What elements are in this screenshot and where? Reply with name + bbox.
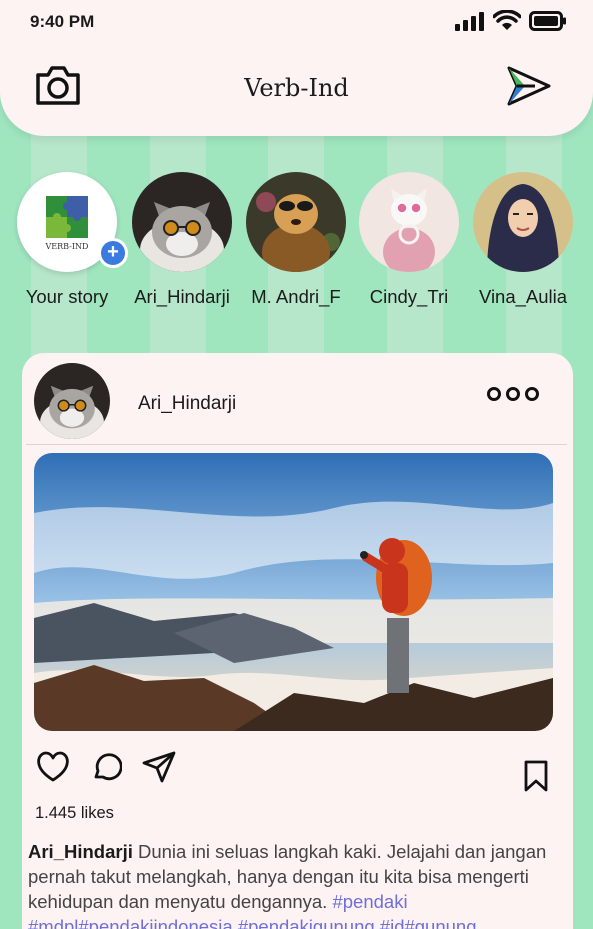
top-bar: 9:40 PM Verb-Ind bbox=[0, 0, 593, 136]
story-label: Vina_Aulia bbox=[478, 286, 568, 307]
direct-message-button[interactable] bbox=[505, 62, 553, 110]
cat-avatar bbox=[34, 363, 110, 439]
divider bbox=[26, 444, 567, 445]
likes-count[interactable]: 1.445 likes bbox=[35, 804, 114, 823]
story-cindy-tri[interactable]: Cindy_Tri bbox=[354, 172, 464, 308]
heart-icon[interactable] bbox=[36, 751, 70, 783]
share-icon[interactable] bbox=[142, 751, 176, 783]
story-your-story[interactable]: VERB-IND + Your story bbox=[12, 172, 128, 308]
cat-pink-avatar bbox=[359, 172, 459, 272]
battery-icon bbox=[529, 11, 566, 31]
story-avatar bbox=[473, 172, 573, 272]
story-ari-hindarji[interactable]: Ari_Hindarji bbox=[127, 172, 237, 308]
story-avatar bbox=[246, 172, 346, 272]
status-icons bbox=[455, 10, 567, 32]
signal-icon bbox=[455, 12, 484, 31]
send-icon bbox=[507, 66, 551, 106]
post-actions bbox=[36, 751, 176, 783]
person-avatar bbox=[473, 172, 573, 272]
post-caption: Ari_Hindarji Dunia ini seluas langkah ka… bbox=[28, 839, 568, 929]
post-avatar[interactable] bbox=[34, 363, 110, 439]
plus-icon: + bbox=[107, 241, 119, 263]
caption-username[interactable]: Ari_Hindarji bbox=[28, 841, 133, 862]
story-vina-aulia[interactable]: Vina_Aulia bbox=[468, 172, 578, 308]
wifi-icon bbox=[493, 10, 521, 30]
story-label: Ari_Hindarji bbox=[134, 286, 230, 307]
svg-text:VERB-IND: VERB-IND bbox=[45, 242, 89, 251]
more-icon bbox=[487, 387, 501, 401]
story-label: M. Andri_F bbox=[251, 286, 341, 307]
story-avatar bbox=[359, 172, 459, 272]
status-time: 9:40 PM bbox=[30, 12, 95, 31]
story-label: Cindy_Tri bbox=[369, 286, 449, 307]
bookmark-icon[interactable] bbox=[523, 760, 549, 792]
comment-icon[interactable] bbox=[90, 751, 122, 783]
add-story-button[interactable]: + bbox=[98, 238, 128, 268]
post-username[interactable]: Ari_Hindarji bbox=[138, 393, 236, 415]
post-image[interactable] bbox=[34, 453, 553, 731]
dog-avatar bbox=[246, 172, 346, 272]
stories-bar: VERB-IND + Your story Ari_Hindarji M. An… bbox=[0, 172, 593, 322]
more-options-button[interactable] bbox=[487, 387, 539, 401]
story-avatar bbox=[132, 172, 232, 272]
story-label: Your story bbox=[25, 286, 109, 307]
mountain-photo bbox=[34, 453, 553, 731]
story-m-andri-f[interactable]: M. Andri_F bbox=[241, 172, 351, 308]
post-card: Ari_Hindarji 1.445 likes Ari_Hindarji Du… bbox=[22, 353, 573, 929]
cat-avatar bbox=[132, 172, 232, 272]
